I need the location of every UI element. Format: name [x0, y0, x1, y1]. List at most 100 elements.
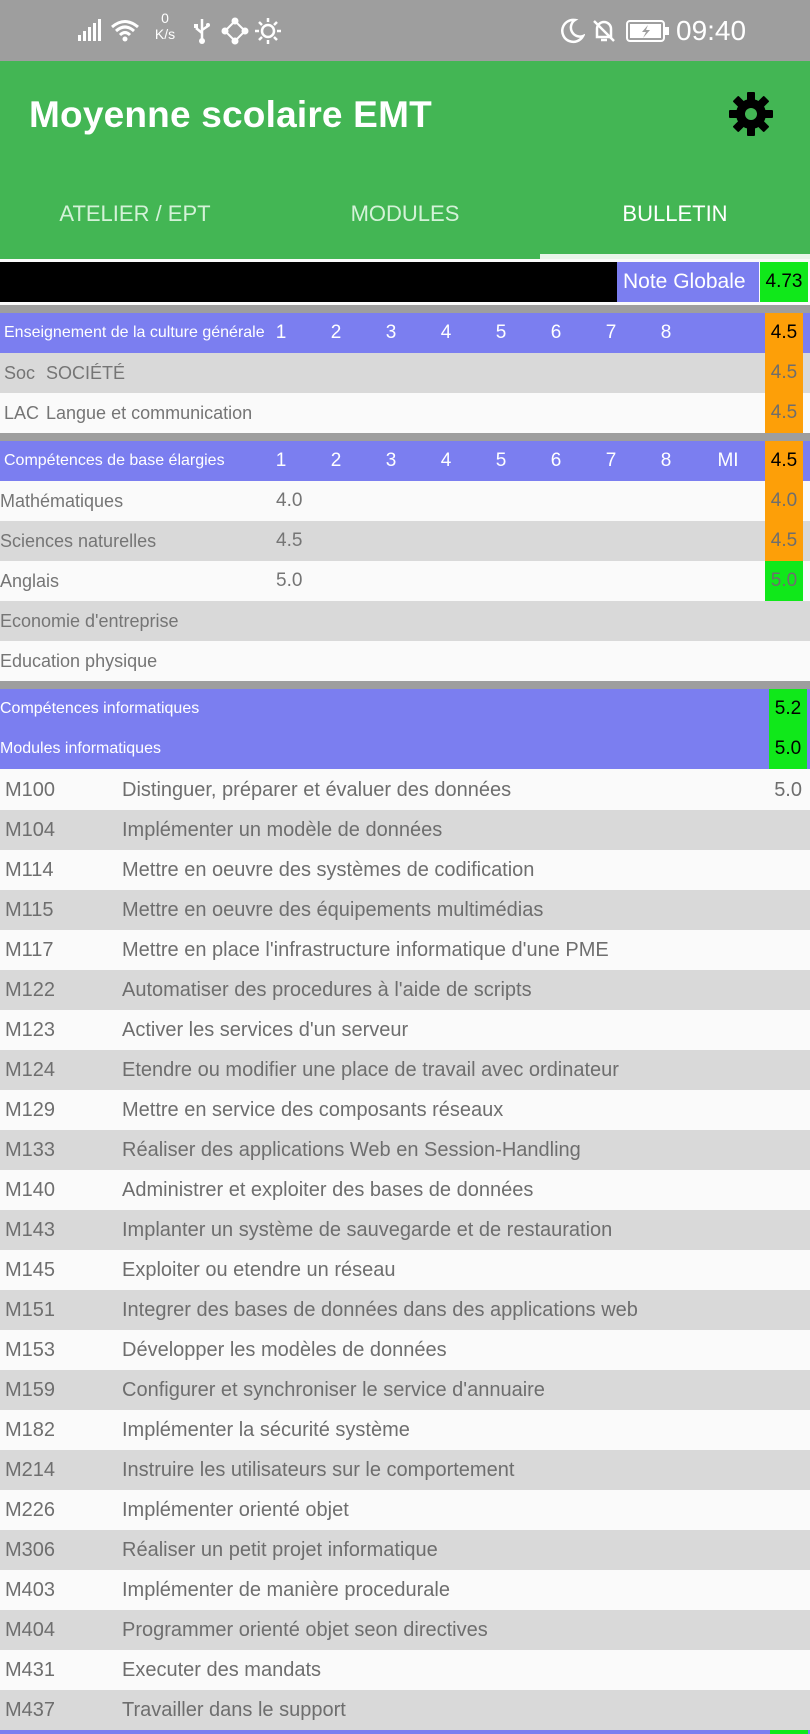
module-row[interactable]: M403 Implémenter de manière procedurale [0, 1570, 810, 1610]
module-name: Etendre ou modifier une place de travail… [122, 1059, 619, 1081]
module-row[interactable]: M129 Mettre en service des composants rés… [0, 1090, 810, 1130]
module-code: M104 [5, 819, 56, 841]
tab-bar: ATELIER / EPT MODULES BULLETIN [0, 169, 810, 259]
subject-name: SOCIÉTÉ [46, 363, 126, 383]
column-header: 2 [330, 322, 342, 343]
column-header: 2 [330, 450, 342, 471]
module-row[interactable]: M140 Administrer et exploiter des bases d… [0, 1170, 810, 1210]
module-row[interactable]: M114 Mettre en oeuvre des systèmes de cod… [0, 850, 810, 890]
subject-row[interactable]: Economie d'entreprise [0, 601, 810, 641]
module-name: Exploiter ou etendre un réseau [122, 1259, 396, 1281]
section-divider [0, 433, 810, 441]
subject-row[interactable]: Sciences naturelles 4.5 4.5 [0, 521, 810, 561]
column-header: 1 [275, 322, 287, 343]
column-header: 4 [440, 450, 452, 471]
module-row[interactable]: M431 Executer des mandats [0, 1650, 810, 1690]
column-header: 3 [385, 322, 397, 343]
subject-row[interactable]: Education physique [0, 641, 810, 681]
module-code: M431 [5, 1659, 56, 1681]
subject-grade: 4.0 [276, 490, 303, 511]
note-globale-value: 4.73 [760, 262, 808, 302]
module-row[interactable]: M100 Distinguer, préparer et évaluer des … [0, 770, 810, 810]
module-name: Implanter un système de sauvegarde et de… [122, 1219, 613, 1241]
module-code: M153 [5, 1339, 56, 1361]
module-name: Automatiser des procedures à l'aide de s… [122, 979, 532, 1001]
module-code: M143 [5, 1219, 56, 1241]
module-name: Réaliser un petit projet informatique [122, 1539, 438, 1561]
section-divider [0, 305, 810, 313]
brightness-icon [254, 14, 282, 48]
subject-row[interactable]: Mathématiques 4.0 4.0 [0, 481, 810, 521]
subject-code: LAC [4, 403, 40, 423]
status-bar: 0 K/s 09:40 [0, 0, 810, 61]
section-average: 4.5 [765, 441, 803, 481]
module-row[interactable]: M437 Travailler dans le support [0, 1690, 810, 1730]
modules-informatiques-header: Modules informatiques 5.0 [0, 729, 810, 769]
module-code: M437 [5, 1699, 56, 1721]
module-code: M151 [5, 1299, 56, 1321]
gear-icon[interactable] [726, 89, 776, 139]
subject-code: Soc [4, 363, 36, 383]
column-header: 6 [550, 322, 562, 343]
module-name: Travailler dans le support [122, 1699, 346, 1721]
subject-row[interactable]: LAC Langue et communication 4.5 [0, 393, 810, 433]
tab-label: MODULES [350, 201, 460, 226]
tab-bulletin[interactable]: BULLETIN [540, 169, 810, 259]
module-row[interactable]: M122 Automatiser des procedures à l'aide … [0, 970, 810, 1010]
column-header: 4 [440, 322, 452, 343]
section-average: 4.5 [765, 313, 803, 353]
module-name: Configurer et synchroniser le service d'… [122, 1379, 545, 1401]
subject-average: 4.5 [765, 353, 803, 393]
tab-modules[interactable]: MODULES [270, 169, 540, 259]
module-row[interactable]: M404 Programmer orienté objet seon direct… [0, 1610, 810, 1650]
module-row[interactable]: M123 Activer les services d'un serveur [0, 1010, 810, 1050]
column-header: 6 [550, 450, 562, 471]
net-speed: 0 K/s [148, 10, 182, 42]
module-code: M122 [5, 979, 56, 1001]
culture-generale-header: Enseignement de la culture générale 1 2 … [0, 313, 810, 353]
subject-row[interactable]: Soc SOCIÉTÉ 4.5 [0, 353, 810, 393]
module-code: M115 [5, 899, 54, 921]
module-code: M403 [5, 1579, 56, 1601]
module-row[interactable]: M153 Développer les modèles de données [0, 1330, 810, 1370]
signal-icon [78, 14, 104, 48]
module-row[interactable]: M124 Etendre ou modifier une place de tra… [0, 1050, 810, 1090]
module-row[interactable]: M151 Integrer des bases de données dans d… [0, 1290, 810, 1330]
net-speed-value: 0 [161, 10, 169, 26]
module-row[interactable]: M104 Implémenter un modèle de données [0, 810, 810, 850]
module-code: M123 [5, 1019, 56, 1041]
module-row[interactable]: M117 Mettre en place l'infrastructure inf… [0, 930, 810, 970]
competences-base-header: Compétences de base élargies 1 2 3 4 5 6… [0, 441, 810, 481]
net-speed-unit: K/s [154, 26, 176, 42]
tab-label: ATELIER / EPT [59, 201, 211, 226]
subject-name: Anglais [0, 571, 60, 591]
module-row[interactable]: M133 Réaliser des applications Web en Ses… [0, 1130, 810, 1170]
module-code: M214 [5, 1459, 56, 1481]
app-bar: Moyenne scolaire EMT [0, 61, 810, 169]
module-name: Executer des mandats [122, 1659, 321, 1681]
module-row[interactable]: M306 Réaliser un petit projet informatiqu… [0, 1530, 810, 1570]
module-code: M117 [5, 939, 54, 961]
moon-icon [558, 14, 586, 48]
module-row[interactable]: M214 Instruire les utilisateurs sur le co… [0, 1450, 810, 1490]
subject-grade: 4.5 [276, 530, 303, 551]
module-row[interactable]: M226 Implémenter orienté objet [0, 1490, 810, 1530]
section-title: Compétences de base élargies [4, 452, 225, 469]
subject-average: 4.5 [765, 521, 803, 561]
tab-atelier-ept[interactable]: ATELIER / EPT [0, 169, 270, 259]
module-row[interactable]: M145 Exploiter ou etendre un réseau [0, 1250, 810, 1290]
black-bar [0, 262, 617, 302]
module-code: M182 [5, 1419, 56, 1441]
module-name: Programmer orienté objet seon directives [122, 1619, 488, 1641]
module-name: Activer les services d'un serveur [122, 1019, 409, 1041]
module-row[interactable]: M143 Implanter un système de sauvegarde e… [0, 1210, 810, 1250]
module-name: Réaliser des applications Web en Session… [122, 1139, 581, 1161]
column-header: 5 [495, 450, 507, 471]
app-title: Moyenne scolaire EMT [29, 94, 432, 135]
subject-average: 4.0 [765, 481, 803, 521]
module-row[interactable]: M115 Mettre en oeuvre des équipements mul… [0, 890, 810, 930]
bell-off-icon [590, 14, 618, 48]
subject-row[interactable]: Anglais 5.0 5.0 [0, 561, 810, 601]
module-row[interactable]: M159 Configurer et synchroniser le servic… [0, 1370, 810, 1410]
module-row[interactable]: M182 Implémenter la sécurité système [0, 1410, 810, 1450]
